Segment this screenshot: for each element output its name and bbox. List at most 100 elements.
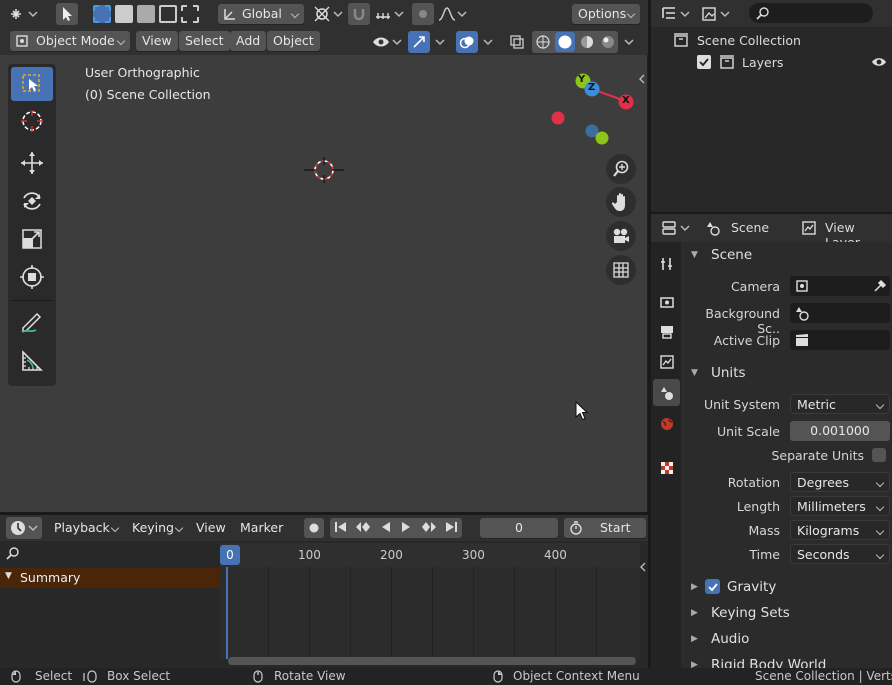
units-panel-header[interactable]: ▼ Units — [681, 360, 892, 386]
start-frame-field[interactable]: Start — [564, 518, 646, 538]
background-scene-field[interactable] — [790, 303, 890, 323]
scene-selector[interactable]: Scene — [701, 218, 791, 238]
record-button[interactable] — [304, 518, 324, 538]
active-clip-field[interactable] — [790, 330, 890, 350]
mode-dropdown[interactable]: Object Mode — [10, 31, 130, 51]
outliner-item-layers[interactable]: Layers — [651, 51, 892, 73]
select-box-tool[interactable] — [11, 67, 53, 101]
scale-tool[interactable] — [11, 222, 53, 256]
gizmo-options-icon[interactable] — [430, 31, 450, 53]
tab-output[interactable] — [653, 318, 680, 345]
timeline-view-menu[interactable]: View — [190, 518, 232, 538]
perspective-toggle-button[interactable] — [606, 255, 636, 285]
exclude-checkbox-icon[interactable] — [697, 55, 711, 69]
options-dropdown[interactable]: Options — [572, 4, 640, 24]
current-frame-field[interactable]: 0 — [480, 518, 558, 538]
audio-panel-header[interactable]: ▶ Audio — [681, 626, 892, 652]
playback-menu[interactable]: Playback — [48, 518, 124, 538]
editor-type-icon[interactable] — [4, 3, 42, 25]
navigation-gizmo[interactable]: Y Z X — [548, 69, 638, 149]
jump-keyframe-forward-icon[interactable] — [419, 521, 437, 536]
summary-row[interactable]: ▼ Summary — [0, 568, 220, 588]
playhead-line[interactable] — [226, 567, 228, 659]
timeline-grid[interactable] — [220, 567, 640, 659]
summary-expand-icon[interactable]: ▼ — [5, 571, 12, 581]
jump-keyframe-back-icon[interactable] — [355, 521, 373, 536]
move-tool[interactable] — [11, 146, 53, 180]
transform-orientation-dropdown[interactable]: Global — [218, 4, 304, 24]
pan-view-button[interactable] — [606, 187, 636, 217]
gizmo-toggle-icon[interactable] — [408, 31, 430, 53]
tab-texture[interactable] — [653, 454, 680, 481]
gravity-panel-header[interactable]: ▶ Gravity — [681, 574, 892, 600]
tab-render[interactable] — [653, 288, 680, 315]
selection-mode-icons[interactable] — [92, 3, 200, 25]
material-shading-icon[interactable] — [578, 33, 596, 51]
gizmo-axis-z[interactable]: Z — [588, 82, 595, 93]
camera-view-button[interactable] — [606, 221, 636, 251]
separate-units-checkbox[interactable] — [872, 448, 886, 462]
outliner-item-scene-collection[interactable]: Scene Collection — [651, 29, 892, 51]
jump-end-icon[interactable] — [444, 521, 458, 536]
length-dropdown[interactable]: Millimeters — [790, 496, 890, 516]
menu-select[interactable]: Select — [179, 31, 230, 51]
keying-menu[interactable]: Keying — [126, 518, 188, 538]
tab-world[interactable] — [653, 410, 680, 437]
view-layer-selector[interactable]: View Layer — [797, 218, 892, 250]
proportional-edit-icon[interactable] — [412, 3, 434, 25]
time-dropdown[interactable]: Seconds — [790, 544, 890, 564]
measure-tool[interactable] — [11, 344, 53, 378]
transform-tool[interactable] — [11, 260, 53, 294]
mass-dropdown[interactable]: Kilograms — [790, 520, 890, 540]
shading-options-icon[interactable] — [620, 31, 638, 53]
tab-scene[interactable] — [653, 379, 680, 406]
visibility-selectability-icon[interactable] — [370, 31, 404, 53]
marker-menu[interactable]: Marker — [234, 518, 289, 538]
toggle-sidebar-icon[interactable] — [636, 71, 648, 87]
outliner-search-input[interactable] — [749, 3, 873, 23]
rendered-shading-icon[interactable] — [599, 33, 617, 51]
tab-view-layer[interactable] — [653, 348, 680, 375]
rotation-dropdown[interactable]: Degrees — [790, 472, 890, 492]
rigid-body-panel-header[interactable]: ▶ Rigid Body World — [681, 652, 892, 668]
menu-object[interactable]: Object — [267, 31, 320, 51]
outliner-editor-type-icon[interactable] — [659, 3, 693, 25]
display-mode-icon[interactable] — [699, 3, 733, 25]
gizmo-axis-x[interactable]: X — [622, 95, 630, 106]
keying-sets-panel-header[interactable]: ▶ Keying Sets — [681, 600, 892, 626]
play-reverse-icon[interactable] — [380, 521, 392, 536]
cursor-tool[interactable] — [11, 104, 53, 138]
gizmo-axis-y[interactable]: Y — [578, 74, 585, 85]
timeline-scrollbar[interactable] — [228, 657, 636, 665]
3d-viewport[interactable]: User Orthographic (0) Scene Collection Y… — [0, 55, 648, 512]
rotate-tool[interactable] — [11, 184, 53, 218]
properties-editor-type-icon[interactable] — [659, 217, 693, 239]
xray-toggle-icon[interactable] — [506, 31, 528, 53]
unit-system-dropdown[interactable]: Metric — [790, 394, 890, 414]
play-icon[interactable] — [400, 521, 412, 536]
zoom-view-button[interactable] — [606, 154, 636, 184]
frame-indicator[interactable]: 0 — [220, 545, 240, 565]
pivot-point-icon[interactable] — [312, 3, 344, 25]
jump-start-icon[interactable] — [334, 521, 348, 536]
tab-tool[interactable] — [653, 250, 680, 277]
search-icon[interactable] — [4, 544, 22, 562]
gravity-checkbox[interactable] — [705, 579, 720, 594]
timeline-sidebar-toggle-icon[interactable] — [638, 560, 648, 574]
snap-target-icon[interactable] — [372, 3, 408, 25]
overlays-toggle-icon[interactable] — [456, 31, 478, 53]
timeline-editor-type-icon[interactable] — [6, 517, 42, 539]
visibility-eye-icon[interactable] — [871, 55, 887, 69]
timeline-ruler[interactable]: 0 100 200 300 400 — [220, 543, 640, 567]
select-tool-mode-icon[interactable] — [56, 3, 78, 25]
falloff-icon[interactable] — [436, 3, 468, 25]
eyedropper-icon[interactable] — [872, 278, 888, 294]
annotate-tool[interactable] — [11, 304, 53, 338]
solid-shading-icon[interactable] — [554, 32, 575, 52]
menu-add[interactable]: Add — [230, 31, 267, 51]
unit-scale-field[interactable]: 0.001000 — [790, 421, 890, 441]
overlays-options-icon[interactable] — [478, 31, 498, 53]
wireframe-shading-icon[interactable] — [534, 33, 552, 51]
snap-icon[interactable] — [348, 3, 370, 25]
camera-field[interactable] — [790, 276, 890, 296]
